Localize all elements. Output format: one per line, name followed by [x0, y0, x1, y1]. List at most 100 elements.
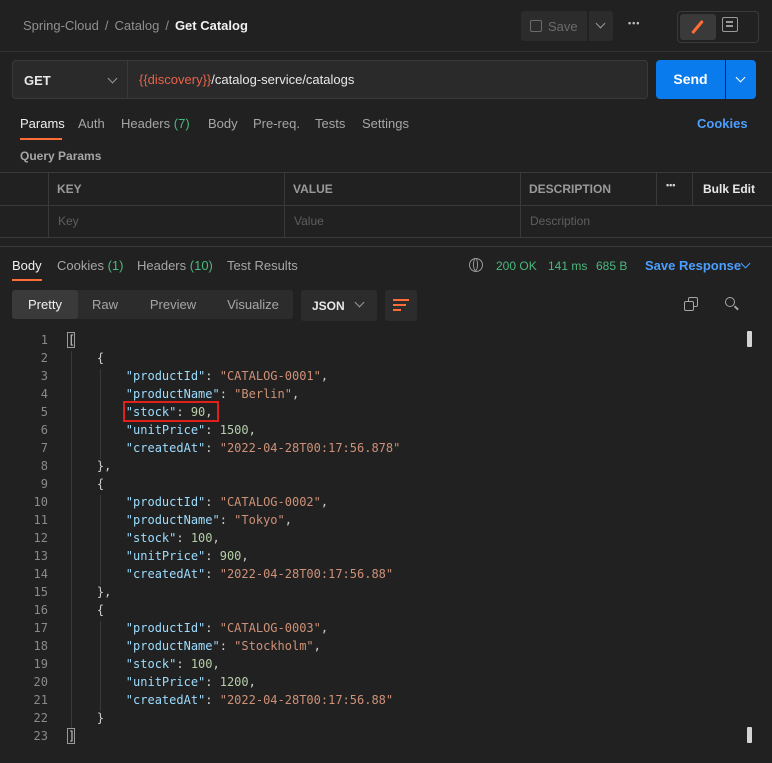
cookies-link[interactable]: Cookies [697, 116, 748, 131]
line-number: 14 [33, 567, 48, 581]
code-line: "stock": 100, [125, 531, 220, 545]
format-select[interactable]: JSON [301, 290, 377, 321]
json-key: "productId" [125, 369, 206, 383]
json-key: "stock" [125, 657, 177, 671]
code-line: "createdAt": "2022-04-28T00:17:56.878" [125, 441, 401, 455]
response-tab-body[interactable]: Body [12, 258, 42, 273]
json-key: "unitPrice" [125, 549, 206, 563]
table-row [0, 206, 772, 239]
json-key: "productId" [125, 621, 206, 635]
method-label: GET [24, 73, 51, 88]
description-input[interactable]: Description [530, 214, 590, 228]
line-number: 22 [33, 711, 48, 725]
scrollbar-marker[interactable] [747, 727, 752, 743]
response-tab-headers[interactable]: Headers (10) [137, 258, 213, 273]
url-input[interactable]: {{discovery}}/catalog-service/catalogs [127, 60, 648, 99]
json-value: "Tokyo" [234, 513, 285, 527]
response-size[interactable]: 685 B [596, 259, 627, 273]
response-tab-test-results[interactable]: Test Results [227, 258, 298, 273]
format-label: JSON [312, 299, 345, 313]
column-value: VALUE [293, 182, 333, 196]
line-number: 18 [33, 639, 48, 653]
view-mode-tabs: Pretty Raw Preview Visualize [12, 290, 293, 319]
column-key: KEY [57, 182, 82, 196]
response-body-editor[interactable]: 1 2 3 4 5 6 7 8 9 10 11 12 13 14 15 16 1… [0, 331, 772, 763]
response-headers-count: (10) [189, 258, 213, 273]
tab-auth[interactable]: Auth [78, 116, 105, 131]
json-value: "2022-04-28T00:17:56.878" [219, 441, 401, 455]
search-icon[interactable] [725, 297, 739, 311]
save-options-button[interactable] [589, 11, 613, 41]
tab-params[interactable]: Params [20, 116, 65, 131]
active-tab-indicator [20, 138, 62, 140]
send-options-button[interactable] [726, 60, 756, 99]
scrollbar-marker[interactable] [747, 331, 752, 347]
code-line: "unitPrice": 900, [125, 549, 249, 563]
status-code[interactable]: 200 OK [496, 259, 537, 273]
json-key: "createdAt" [125, 693, 206, 707]
line-number: 9 [40, 477, 48, 491]
view-preview[interactable]: Preview [140, 290, 206, 319]
line-number: 13 [33, 549, 48, 563]
value-input[interactable]: Value [294, 214, 324, 228]
url-path: /catalog-service/catalogs [211, 72, 355, 87]
method-select[interactable]: GET [12, 60, 128, 99]
wrap-lines-icon[interactable] [385, 290, 417, 321]
json-key: "productName" [125, 513, 220, 527]
json-value: "Berlin" [234, 387, 292, 401]
tab-headers[interactable]: Headers (7) [121, 116, 190, 131]
tab-tests[interactable]: Tests [315, 116, 345, 131]
edit-mode-button[interactable] [680, 14, 716, 40]
bulk-edit-button[interactable]: Bulk Edit [703, 182, 755, 196]
column-divider [284, 173, 285, 237]
request-header: Spring-Cloud / Catalog / Get Catalog Save ••… [0, 0, 772, 52]
save-label: Save [548, 19, 578, 34]
json-value: "CATALOG-0002" [219, 495, 321, 509]
breadcrumb-folder[interactable]: Catalog [115, 18, 160, 33]
send-button[interactable]: Send [656, 60, 725, 99]
more-icon[interactable]: ••• [666, 180, 675, 190]
code-line: "stock": 100, [125, 657, 220, 671]
code-line: [ [68, 333, 76, 347]
response-tab-cookies[interactable]: Cookies (1) [57, 258, 123, 273]
tab-headers-count: (7) [173, 116, 190, 131]
column-divider [48, 173, 49, 237]
code-line: { [68, 477, 105, 491]
response-cookies-count: (1) [107, 258, 124, 273]
line-number: 4 [40, 387, 48, 401]
view-pretty[interactable]: Pretty [12, 290, 78, 319]
column-divider [692, 173, 693, 205]
code-line: "unitPrice": 1200, [125, 675, 256, 689]
response-time[interactable]: 141 ms [548, 259, 587, 273]
line-number: 1 [40, 333, 48, 347]
line-number: 6 [40, 423, 48, 437]
view-visualize[interactable]: Visualize [218, 290, 288, 319]
line-number: 8 [40, 459, 48, 473]
save-button[interactable]: Save [521, 11, 587, 41]
breadcrumb-collection[interactable]: Spring-Cloud [23, 18, 99, 33]
tab-body[interactable]: Body [208, 116, 238, 131]
line-number: 12 [33, 531, 48, 545]
json-value: 1500 [219, 423, 249, 437]
code-line: }, [68, 585, 112, 599]
key-input[interactable]: Key [58, 214, 79, 228]
documentation-icon[interactable] [722, 17, 738, 32]
request-name[interactable]: Get Catalog [175, 18, 248, 33]
save-response-label: Save Response [645, 258, 742, 273]
json-value: "CATALOG-0003" [219, 621, 321, 635]
code-line: "productId": "CATALOG-0003", [125, 621, 329, 635]
more-icon[interactable]: ••• [628, 18, 640, 28]
tab-settings[interactable]: Settings [362, 116, 409, 131]
line-number: 19 [33, 657, 48, 671]
code-line: }, [68, 459, 112, 473]
save-response-button[interactable]: Save Response [645, 258, 751, 273]
code-line: "productId": "CATALOG-0002", [125, 495, 329, 509]
json-value: "2022-04-28T00:17:56.88" [219, 693, 394, 707]
json-key: "createdAt" [125, 567, 206, 581]
copy-icon[interactable] [684, 297, 698, 311]
globe-icon[interactable] [469, 258, 483, 272]
view-raw[interactable]: Raw [82, 290, 128, 319]
tab-prereq[interactable]: Pre-req. [253, 116, 300, 131]
response-tab-cookies-label: Cookies [57, 258, 104, 273]
json-key: "unitPrice" [125, 675, 206, 689]
